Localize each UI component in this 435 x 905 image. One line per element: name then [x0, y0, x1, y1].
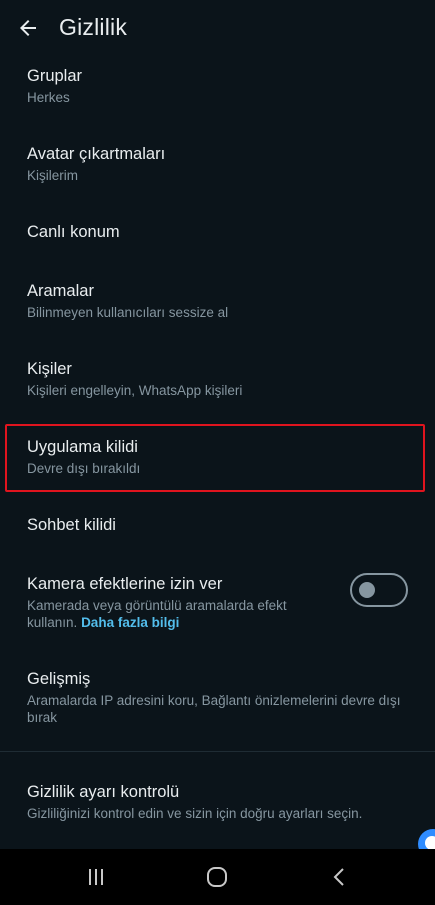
bubble-icon	[425, 836, 435, 850]
nav-back-button[interactable]	[326, 863, 354, 891]
page-title: Gizlilik	[59, 14, 128, 40]
setting-description: Kamerada veya görüntülü aramalarda efekt…	[27, 597, 317, 631]
setting-label: Avatar çıkartmaları	[27, 145, 166, 163]
camera-effects-toggle[interactable]	[350, 573, 408, 607]
back-chevron-icon	[333, 868, 344, 886]
setting-label: Gizlilik ayarı kontrolü	[27, 783, 180, 801]
setting-label: Aramalar	[27, 282, 94, 300]
setting-value: Kişilerim	[27, 168, 79, 183]
setting-label: Kişiler	[27, 360, 72, 378]
setting-value: Aramalarda IP adresini koru, Bağlantı ön…	[27, 693, 401, 725]
setting-chat-lock[interactable]: Sohbet kilidi	[0, 505, 435, 563]
setting-label: Gruplar	[27, 67, 83, 85]
learn-more-link[interactable]: Daha fazla bilgi	[81, 615, 179, 630]
setting-live-location[interactable]: Canlı konum	[0, 212, 435, 270]
divider	[0, 751, 435, 752]
setting-label: Canlı konum	[27, 223, 120, 241]
setting-calls[interactable]: Aramalar Bilinmeyen kullanıcıları sessiz…	[0, 271, 435, 349]
setting-label: Sohbet kilidi	[27, 516, 116, 534]
setting-value: Herkes	[27, 90, 70, 105]
setting-label: Gelişmiş	[27, 670, 91, 688]
setting-advanced[interactable]: Gelişmiş Aramalarda IP adresini koru, Ba…	[0, 660, 435, 750]
setting-privacy-checkup[interactable]: Gizlilik ayarı kontrolü Gizliliğinizi ko…	[0, 771, 435, 841]
recents-button[interactable]	[82, 863, 110, 891]
setting-groups[interactable]: Gruplar Herkes	[0, 56, 435, 136]
home-icon	[207, 867, 227, 887]
home-button[interactable]	[203, 863, 231, 891]
system-nav-bar	[0, 849, 435, 905]
setting-contacts[interactable]: Kişiler Kişileri engelleyin, WhatsApp ki…	[0, 349, 435, 427]
app-bar: Gizlilik	[0, 0, 435, 56]
back-button[interactable]	[14, 14, 42, 42]
setting-value: Bilinmeyen kullanıcıları sessize al	[27, 305, 229, 320]
setting-label: Kamera efektlerine izin ver	[27, 575, 223, 593]
highlight-box	[5, 424, 425, 492]
setting-value: Gizliliğinizi kontrol edin ve sizin için…	[27, 806, 363, 821]
recents-icon	[89, 869, 103, 885]
toggle-knob	[359, 582, 375, 598]
arrow-left-icon	[20, 20, 36, 36]
setting-avatar-stickers[interactable]: Avatar çıkartmaları Kişilerim	[0, 134, 435, 212]
setting-value: Kişileri engelleyin, WhatsApp kişileri	[27, 383, 243, 398]
